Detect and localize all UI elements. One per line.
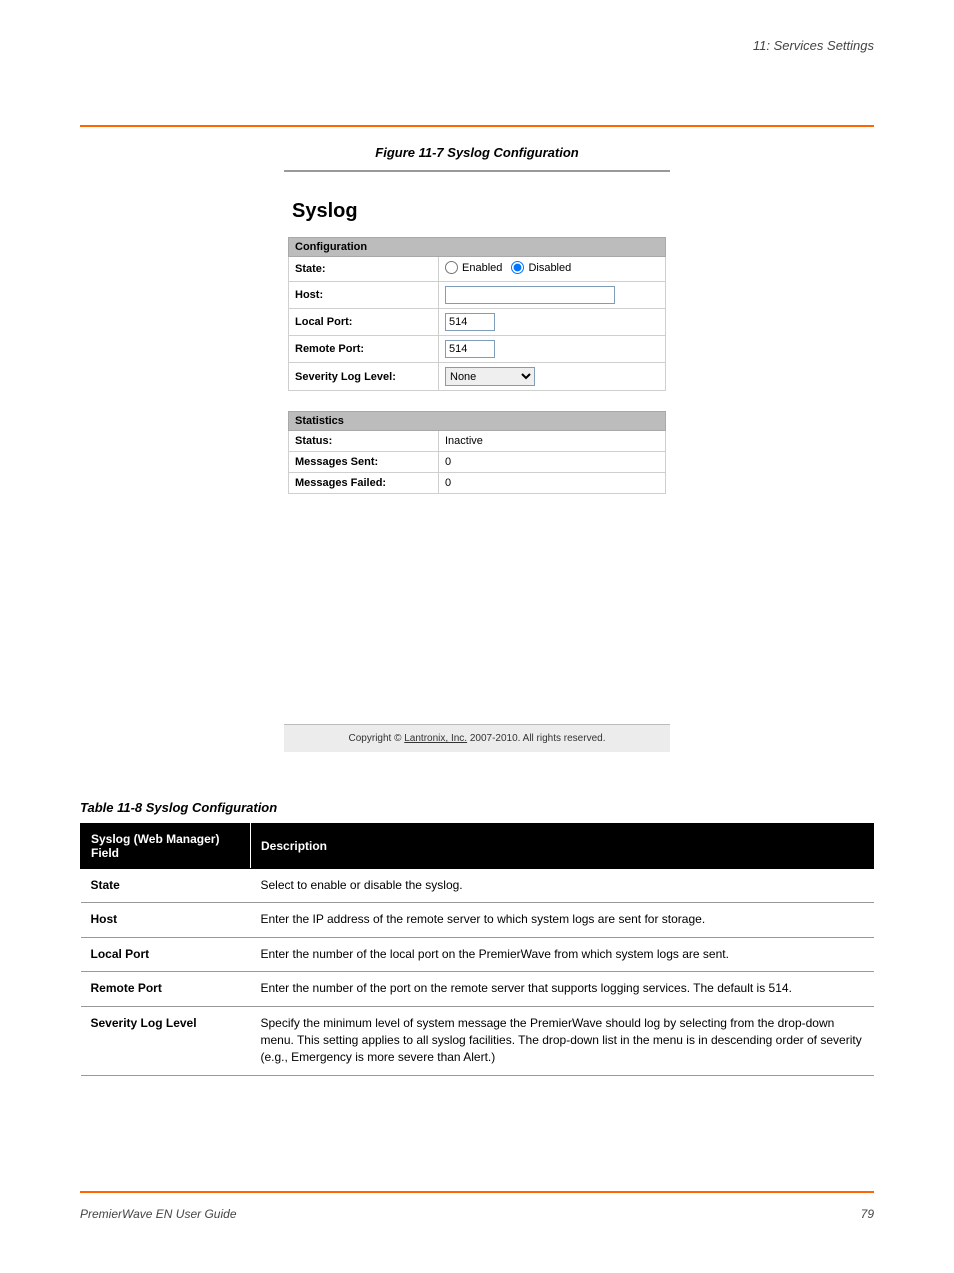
syslog-app-frame: Syslog Configuration State: Enabled Disa… <box>284 170 670 752</box>
doc-title: PremierWave EN User Guide <box>80 1207 237 1221</box>
statistics-table: Statistics Status: Inactive Messages Sen… <box>288 411 666 494</box>
lantronix-link[interactable]: Lantronix, Inc. <box>404 733 467 744</box>
severity-label: Severity Log Level: <box>289 363 439 391</box>
configuration-table: Configuration State: Enabled Disabled <box>288 237 666 391</box>
field-name: Remote Port <box>81 972 251 1006</box>
field-name: Host <box>81 903 251 937</box>
messages-failed-label: Messages Failed: <box>289 473 439 494</box>
host-input[interactable] <box>445 286 615 304</box>
state-disabled-label: Disabled <box>528 262 571 274</box>
table-row: Host Enter the IP address of the remote … <box>81 903 874 937</box>
page-title: Syslog <box>292 200 666 223</box>
field-name: Local Port <box>81 937 251 971</box>
local-port-label: Local Port: <box>289 309 439 336</box>
messages-failed-value: 0 <box>439 473 666 494</box>
table-caption: Table 11-8 Syslog Configuration <box>80 800 874 815</box>
table-row: Severity Log Level Specify the minimum l… <box>81 1006 874 1075</box>
local-port-input[interactable] <box>445 313 495 331</box>
field-description: Specify the minimum level of system mess… <box>251 1006 874 1075</box>
state-disabled-option[interactable]: Disabled <box>511 261 571 274</box>
col-header-field: Syslog (Web Manager) Field <box>81 824 251 869</box>
status-label: Status: <box>289 431 439 452</box>
syslog-fields-table: Syslog (Web Manager) Field Description S… <box>80 823 874 1076</box>
remote-port-input[interactable] <box>445 340 495 358</box>
table-row: Remote Port Enter the number of the port… <box>81 972 874 1006</box>
page-number: 79 <box>861 1207 874 1221</box>
messages-sent-label: Messages Sent: <box>289 452 439 473</box>
copyright-suffix: 2007-2010. All rights reserved. <box>467 733 605 744</box>
copyright-prefix: Copyright © <box>349 733 405 744</box>
footer-rule <box>80 1191 874 1193</box>
field-description: Enter the number of the port on the remo… <box>251 972 874 1006</box>
host-label: Host: <box>289 282 439 309</box>
header-rule <box>80 125 874 127</box>
figure-caption: Figure 11-7 Syslog Configuration <box>80 145 874 160</box>
page-footer: PremierWave EN User Guide 79 <box>80 1207 874 1221</box>
field-description: Select to enable or disable the syslog. <box>251 869 874 903</box>
table-row: State Select to enable or disable the sy… <box>81 869 874 903</box>
statistics-header: Statistics <box>289 412 666 431</box>
remote-port-label: Remote Port: <box>289 336 439 363</box>
messages-sent-value: 0 <box>439 452 666 473</box>
chapter-header: 11: Services Settings <box>80 38 874 53</box>
field-description: Enter the number of the local port on th… <box>251 937 874 971</box>
configuration-header: Configuration <box>289 238 666 257</box>
state-enabled-radio[interactable] <box>445 261 458 274</box>
app-footer: Copyright © Lantronix, Inc. 2007-2010. A… <box>284 724 670 752</box>
state-enabled-option[interactable]: Enabled <box>445 261 502 274</box>
severity-select[interactable]: None <box>445 367 535 386</box>
field-description: Enter the IP address of the remote serve… <box>251 903 874 937</box>
field-name: State <box>81 869 251 903</box>
table-row: Local Port Enter the number of the local… <box>81 937 874 971</box>
state-disabled-radio[interactable] <box>511 261 524 274</box>
col-header-description: Description <box>251 824 874 869</box>
field-name: Severity Log Level <box>81 1006 251 1075</box>
state-enabled-label: Enabled <box>462 262 502 274</box>
status-value: Inactive <box>439 431 666 452</box>
state-label: State: <box>289 257 439 282</box>
